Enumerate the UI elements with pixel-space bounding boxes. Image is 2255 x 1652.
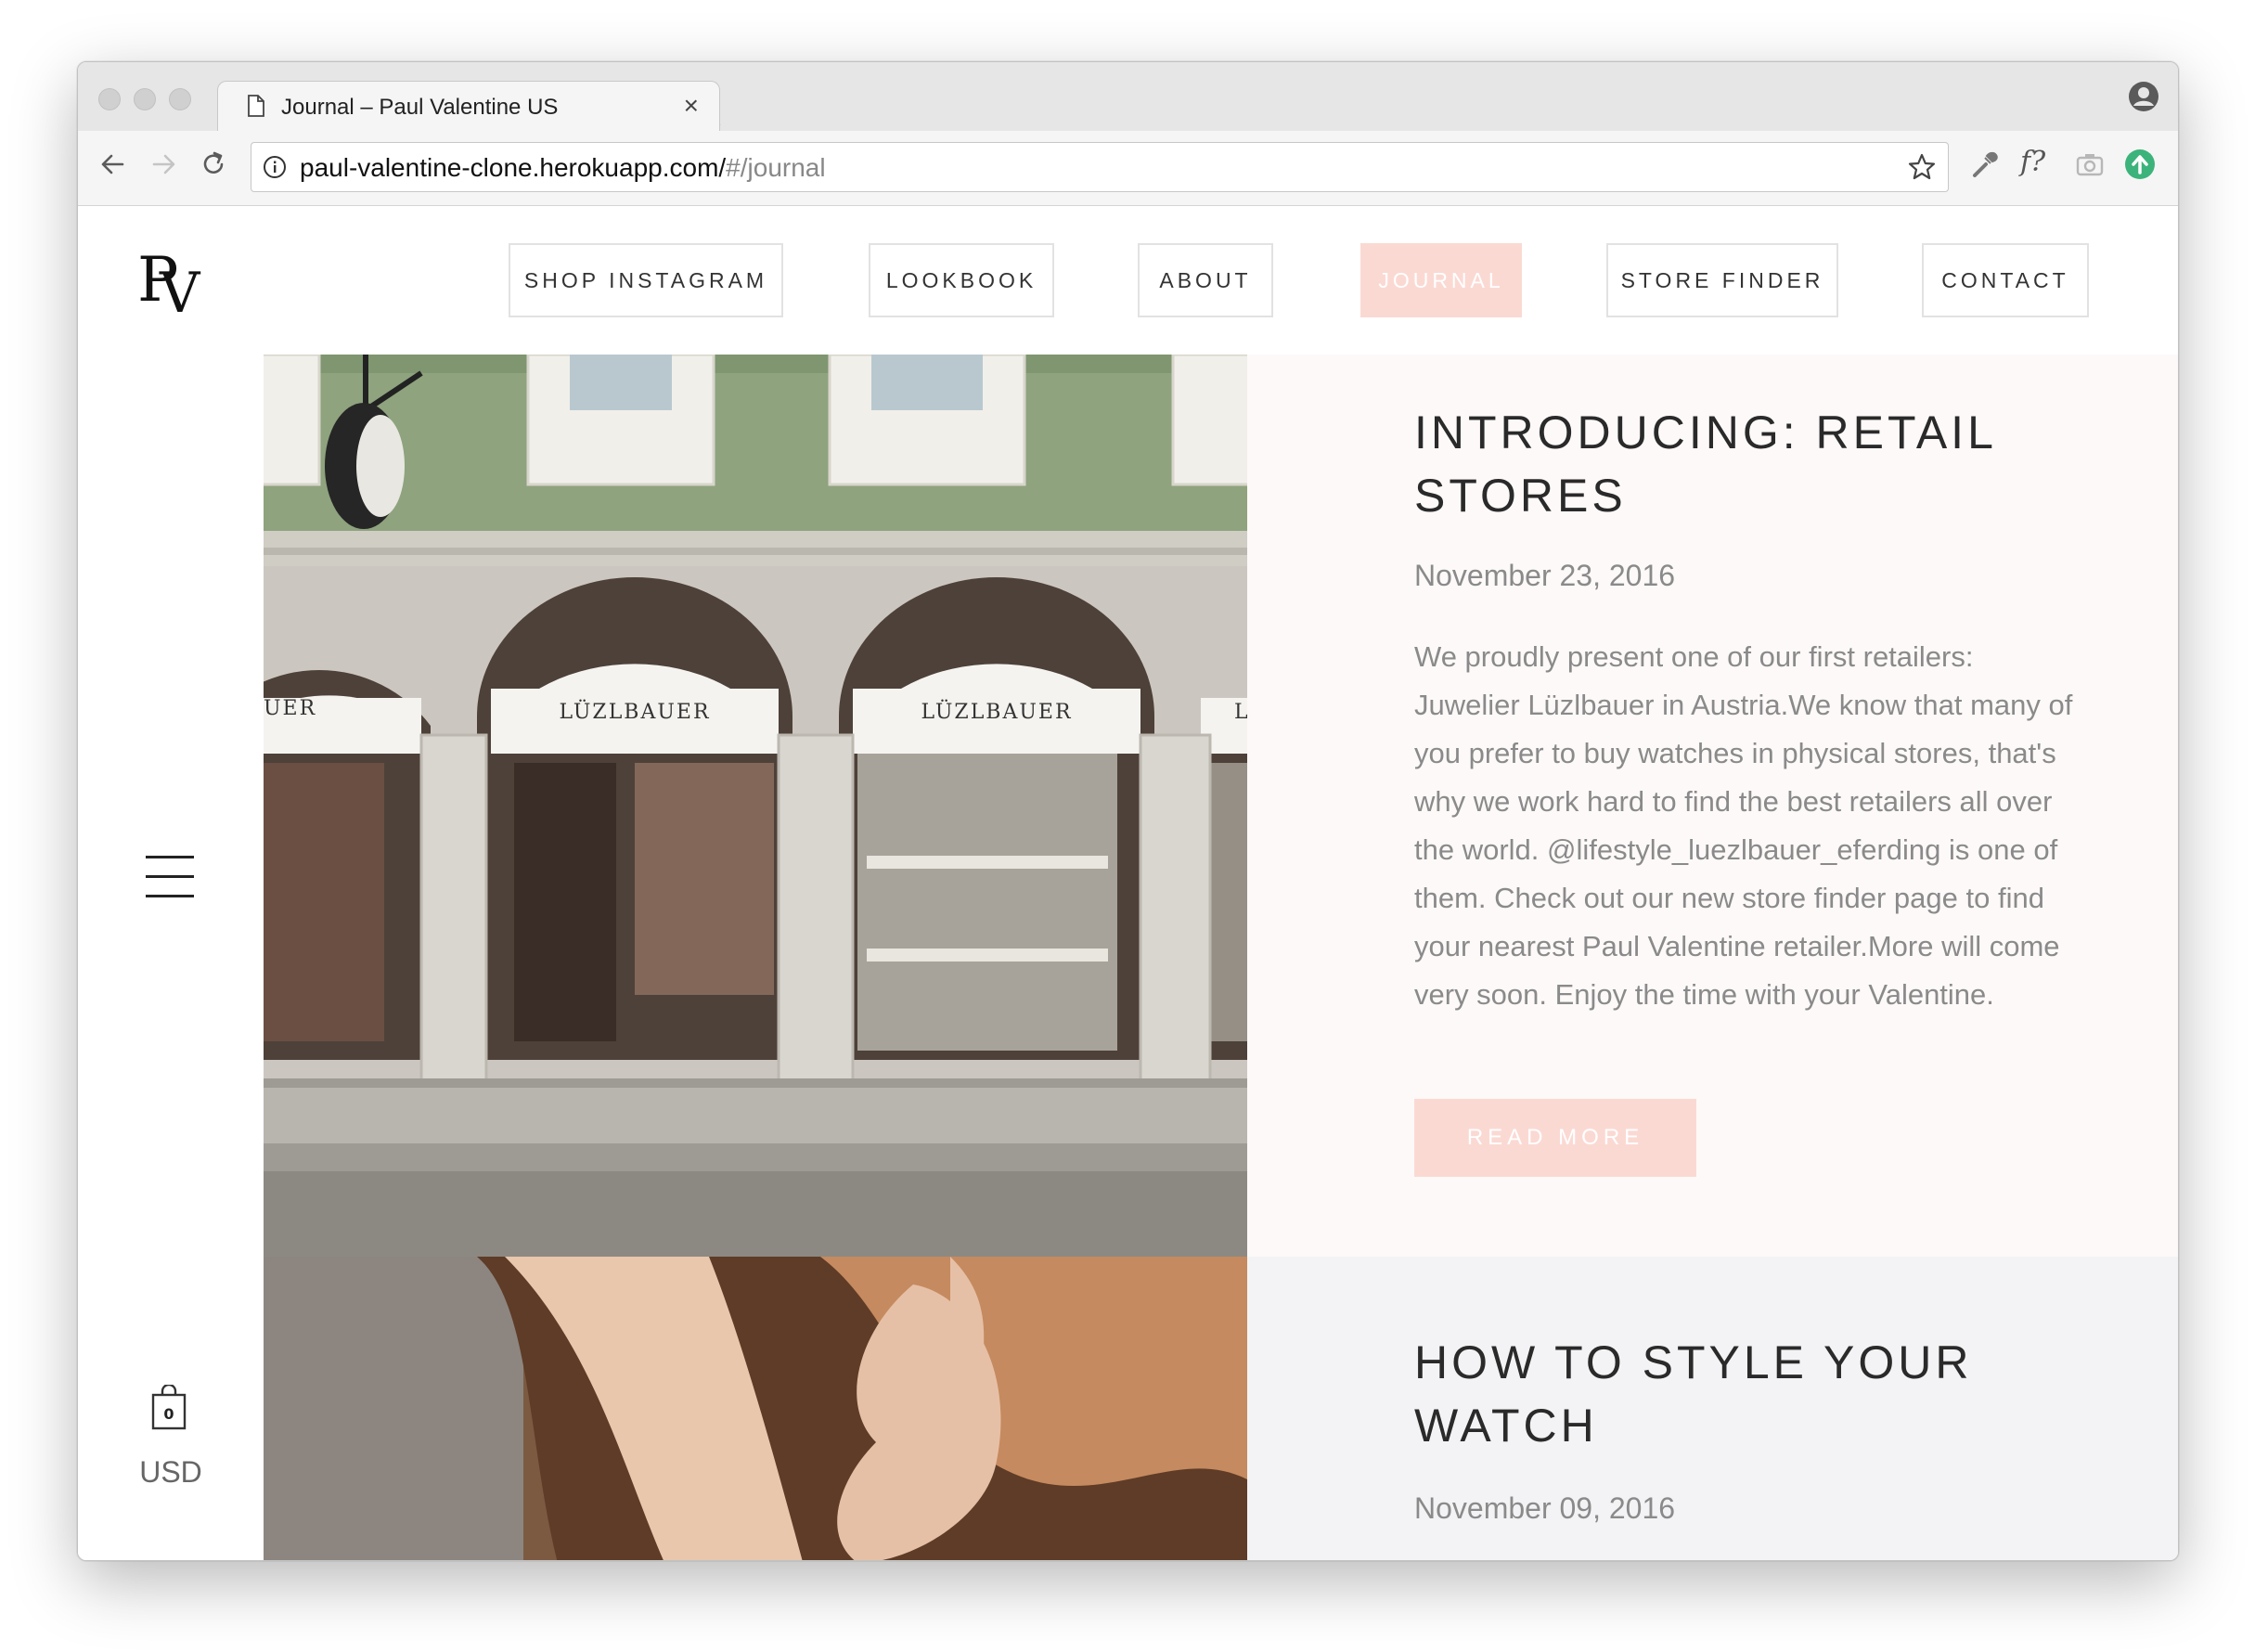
- sign-center2-text: LÜZLBAUER: [921, 699, 1072, 724]
- nav-lookbook[interactable]: LOOKBOOK: [869, 243, 1054, 317]
- nav-store-finder[interactable]: STORE FINDER: [1606, 243, 1838, 317]
- url-text[interactable]: paul-valentine-clone.herokuapp.com/#/jou…: [300, 153, 826, 183]
- post-excerpt: We proudly present one of our first reta…: [1414, 640, 2073, 1011]
- sidebar: P V 0 USD: [78, 206, 264, 1560]
- cart-bag-icon[interactable]: 0: [150, 1385, 187, 1431]
- browser-window: Journal – Paul Valentine US × paul-valen…: [77, 61, 2179, 1561]
- journal-post: HOW TO STYLE YOUR WATCH November 09, 201…: [264, 1257, 2178, 1560]
- star-icon[interactable]: [1907, 152, 1937, 182]
- sign-left-text: UER: [264, 697, 316, 720]
- profile-icon[interactable]: [2128, 81, 2159, 112]
- brand-logo[interactable]: P V: [135, 243, 210, 317]
- page-viewport: P V 0 USD SHOP INSTAGRAM LOOKBOOK ABOUT …: [78, 206, 2178, 1560]
- sign-right-text: L: [1234, 701, 1247, 724]
- read-more-button[interactable]: READ MORE: [1414, 1099, 1696, 1177]
- storefront-photo: UER LÜZLBAUER LÜZLBAUER L: [264, 355, 1247, 1257]
- browser-tab[interactable]: Journal – Paul Valentine US ×: [217, 81, 720, 134]
- main-navigation: SHOP INSTAGRAM LOOKBOOK ABOUT JOURNAL ST…: [264, 206, 2178, 355]
- url-path: #/journal: [726, 153, 826, 182]
- journal-post: UER LÜZLBAUER LÜZLBAUER L: [264, 355, 2178, 1257]
- post-image-model[interactable]: [264, 1257, 1247, 1560]
- forward-icon[interactable]: [145, 146, 182, 183]
- whatfont-extension[interactable]: f?: [2020, 146, 2045, 178]
- post-image-storefront[interactable]: UER LÜZLBAUER LÜZLBAUER L: [264, 355, 1247, 1257]
- menu-toggle-button[interactable]: [146, 856, 194, 898]
- post-title[interactable]: HOW TO STYLE YOUR WATCH: [1414, 1331, 2064, 1457]
- eyedropper-icon[interactable]: [1967, 148, 2001, 181]
- sign-center-text: LÜZLBAUER: [559, 699, 710, 724]
- tab-bar: Journal – Paul Valentine US ×: [78, 62, 2178, 134]
- post-content: INTRODUCING: RETAIL STORES November 23, …: [1247, 355, 2178, 1257]
- back-icon[interactable]: [95, 146, 132, 183]
- nav-journal[interactable]: JOURNAL: [1360, 243, 1522, 317]
- page-icon: [248, 95, 264, 117]
- minimize-window-button[interactable]: [134, 88, 156, 110]
- nav-contact[interactable]: CONTACT: [1922, 243, 2089, 317]
- browser-toolbar: paul-valentine-clone.herokuapp.com/#/jou…: [78, 131, 2178, 206]
- address-bar[interactable]: paul-valentine-clone.herokuapp.com/#/jou…: [251, 142, 1949, 192]
- post-date: November 09, 2016: [1414, 1491, 1676, 1525]
- info-icon[interactable]: [263, 155, 287, 179]
- svg-text:V: V: [159, 261, 201, 317]
- url-host: paul-valentine-clone.herokuapp.com/: [300, 153, 727, 182]
- nav-shop-instagram[interactable]: SHOP INSTAGRAM: [509, 243, 783, 317]
- currency-selector[interactable]: USD: [78, 1455, 264, 1490]
- camera-icon[interactable]: [2073, 148, 2107, 181]
- cart-count: 0: [163, 1405, 174, 1423]
- nav-about[interactable]: ABOUT: [1138, 243, 1273, 317]
- zoom-window-button[interactable]: [169, 88, 191, 110]
- reload-icon[interactable]: [195, 146, 232, 183]
- post-date: November 23, 2016: [1414, 559, 1676, 592]
- upload-icon[interactable]: [2123, 148, 2157, 181]
- post-title[interactable]: INTRODUCING: RETAIL STORES: [1414, 401, 2064, 527]
- model-photo: [264, 1257, 1247, 1560]
- tab-title: Journal – Paul Valentine US: [281, 95, 559, 120]
- close-window-button[interactable]: [98, 88, 121, 110]
- close-tab-icon[interactable]: ×: [684, 91, 699, 121]
- post-content: HOW TO STYLE YOUR WATCH November 09, 201…: [1247, 1257, 2178, 1560]
